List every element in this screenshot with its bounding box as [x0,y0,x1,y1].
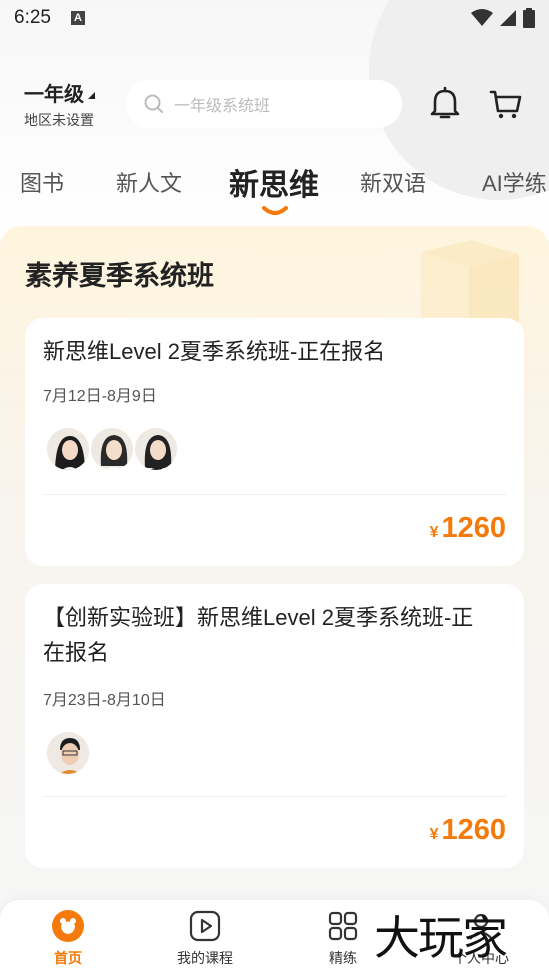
avatar [133,426,179,472]
status-time: 6:25 [14,7,51,28]
status-bar: 6:25 A [0,0,549,36]
notification-icon: A [70,11,85,25]
tab-ai-practice[interactable]: AI学练 [482,166,547,198]
avatar [89,426,135,472]
play-icon [189,910,221,942]
course-title: 新思维Level 2夏季系统班-正在报名 [43,339,386,364]
tab-bilingual[interactable]: 新双语 [360,166,426,198]
tab-humanities[interactable]: 新人文 [116,166,182,198]
wifi-icon [471,9,493,26]
nav-my-courses[interactable]: 我的课程 [160,908,250,968]
search-icon [144,94,163,113]
battery-icon [523,8,535,28]
course-title: 【创新实验班】新思维Level 2夏季系统班-正在报名 [43,605,474,665]
avatar [45,730,91,776]
decorative-cube-icon [421,240,519,322]
nav-home[interactable]: 首页 [23,908,113,968]
search-bar[interactable]: 一年级系统班 [126,80,402,128]
nav-label: 我的课程 [177,950,233,966]
course-card[interactable]: 【创新实验班】新思维Level 2夏季系统班-正在报名 7月23日-8月10日 … [25,584,524,868]
signal-icon [500,10,516,26]
watermark: 大玩家 [374,912,508,964]
course-date: 7月23日-8月10日 [43,692,166,709]
price-amount: 1260 [441,814,506,846]
course-card[interactable]: 新思维Level 2夏季系统班-正在报名 7月12日-8月9日 ¥ 1260 [25,318,524,566]
tab-books[interactable]: 图书 [20,166,64,198]
nav-label: 首页 [54,950,82,966]
grid-icon [328,911,358,941]
search-placeholder: 一年级系统班 [174,98,271,115]
divider [43,796,506,797]
tab-indicator [262,206,288,215]
course-section: 素养夏季系统班 新思维Level 2夏季系统班-正在报名 7月12日-8月9日 … [0,226,549,926]
teacher-avatars [45,426,179,472]
category-tabs: 图书 新人文 新思维 新双语 AI学练 [0,158,549,218]
bell-icon[interactable] [427,86,463,122]
grade-label: 一年级 [24,84,84,106]
header: 一年级 地区未设置 一年级系统班 [0,78,549,130]
avatar [45,426,91,472]
course-date: 7月12日-8月9日 [43,388,157,405]
section-title: 素养夏季系统班 [25,261,214,291]
dropdown-triangle-icon [88,92,95,99]
course-price: ¥ 1260 [430,814,506,847]
home-icon [52,910,84,942]
tab-new-thinking[interactable]: 新思维 [229,160,319,204]
course-price: ¥ 1260 [430,512,506,545]
grade-selector[interactable]: 一年级 地区未设置 [24,78,120,130]
region-label: 地区未设置 [24,112,94,128]
currency-symbol: ¥ [429,524,439,541]
price-amount: 1260 [441,512,506,544]
teacher-avatars [45,730,91,776]
divider [43,494,506,495]
cart-icon[interactable] [488,86,524,122]
currency-symbol: ¥ [429,826,439,843]
